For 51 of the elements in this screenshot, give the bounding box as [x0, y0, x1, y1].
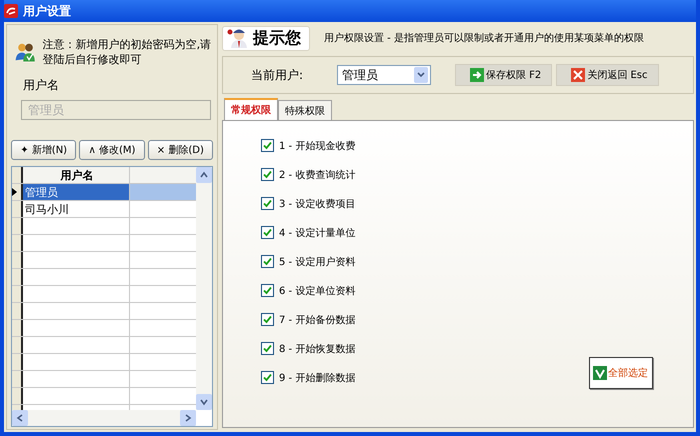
permission-label: 6 - 设定单位资料	[279, 284, 356, 298]
table-cell: 管理员	[25, 184, 58, 200]
permission-label: 3 - 设定收费项目	[279, 198, 356, 210]
vertical-scrollbar[interactable]	[196, 167, 212, 410]
permission-label: 2 - 收费查询统计	[279, 168, 356, 182]
toolbar-button[interactable]: ✦ 新增(N)	[11, 140, 76, 160]
table-cell: 司马小川	[25, 202, 69, 216]
action-button[interactable]: 保存权限 F2	[455, 64, 552, 86]
checkbox[interactable]	[261, 168, 274, 181]
tab[interactable]: 特殊权限	[278, 100, 332, 120]
checkbox[interactable]	[261, 255, 274, 268]
toolbar-button[interactable]: × 删除(D)	[148, 140, 213, 160]
permission-label: 4 - 设定计量单位	[279, 226, 356, 240]
toolbar-button[interactable]: ∧ 修改(M)	[79, 140, 145, 160]
user-dropdown[interactable]: 管理员	[337, 65, 431, 85]
checkbox[interactable]	[261, 371, 274, 384]
horizontal-scrollbar[interactable]	[12, 410, 196, 426]
permission-label: 9 - 开始删除数据	[279, 372, 356, 384]
current-user-label: 当前用户:	[251, 66, 304, 84]
select-all-button[interactable]: 全部选定	[589, 357, 653, 389]
action-button[interactable]: 关闭返回 Esc	[556, 64, 659, 86]
close-icon	[571, 68, 586, 82]
column-header: 用户名	[60, 168, 94, 182]
checkbox[interactable]	[261, 313, 274, 326]
hint-badge: 提示您	[222, 26, 310, 50]
row-header[interactable]	[12, 201, 23, 217]
permission-label: 5 - 设定用户资料	[279, 256, 356, 268]
scroll-left-button[interactable]	[12, 410, 28, 426]
permission-label: 7 - 开始备份数据	[279, 314, 356, 326]
scroll-down-button[interactable]	[196, 394, 212, 410]
checkbox[interactable]	[261, 139, 274, 152]
person-icon	[227, 28, 249, 48]
checkbox[interactable]	[261, 342, 274, 355]
username-label: 用户名	[23, 77, 60, 94]
hint-text: 用户权限设置 - 是指管理员可以限制或者开通用户的使用某项菜单的权限	[324, 32, 644, 45]
notice-text: 注意：新增用户的初始密码为空,请登陆后自行修改即可	[42, 37, 212, 67]
checkbox[interactable]	[261, 197, 274, 210]
check-icon	[593, 366, 607, 380]
permission-label: 8 - 开始恢复数据	[279, 342, 356, 356]
permission-label: 1 - 开始现金收费	[279, 140, 356, 152]
window-title: 用户设置	[23, 2, 71, 20]
checkbox[interactable]	[261, 284, 274, 297]
row-header	[12, 167, 23, 183]
tab[interactable]: 常规权限	[224, 98, 278, 120]
table-row[interactable]: 司马小川	[12, 201, 196, 218]
arrow-icon	[470, 68, 484, 82]
scroll-right-button[interactable]	[180, 410, 196, 426]
app-icon	[4, 4, 18, 18]
scroll-up-button[interactable]	[196, 167, 212, 183]
checkbox[interactable]	[261, 226, 274, 239]
row-header[interactable]	[12, 184, 23, 200]
